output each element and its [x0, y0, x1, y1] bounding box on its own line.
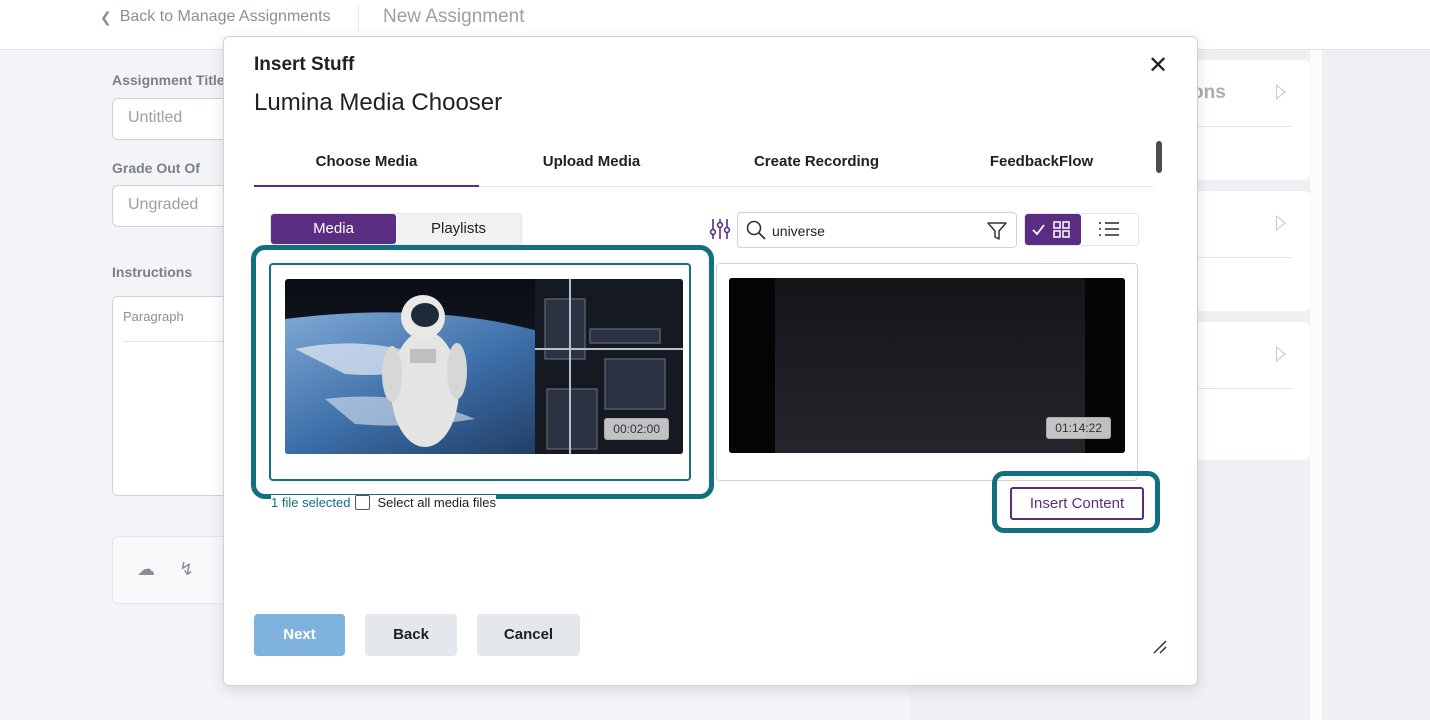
view-toggle	[1024, 213, 1139, 246]
chevron-left-icon: ❮	[100, 8, 112, 25]
play-icon[interactable]	[1276, 84, 1286, 100]
selection-row: 1 file selected Select all media files	[271, 495, 496, 510]
highlight-selected-media	[251, 245, 714, 499]
back-button[interactable]: Back	[365, 614, 457, 656]
back-link-label: Back to Manage Assignments	[119, 8, 331, 25]
scrollbar-track[interactable]	[1310, 50, 1322, 720]
search-input[interactable]: universe	[772, 223, 825, 239]
close-icon[interactable]: ✕	[1146, 54, 1170, 79]
dialog-title: Insert Stuff	[254, 54, 355, 75]
cancel-button[interactable]: Cancel	[477, 614, 580, 656]
filter-icon[interactable]	[986, 220, 1008, 242]
playlists-segment-button[interactable]: Playlists	[396, 214, 521, 244]
dialog-subtitle: Lumina Media Chooser	[254, 89, 503, 116]
list-view-icon	[1099, 222, 1119, 236]
back-to-assignments-link[interactable]: ❮ Back to Manage Assignments	[100, 8, 331, 26]
media-thumbnail[interactable]: 01:14:22	[729, 278, 1125, 453]
sliders-icon[interactable]	[709, 217, 731, 241]
search-icon	[746, 220, 766, 240]
grid-view-icon	[1032, 221, 1070, 238]
divider	[1192, 257, 1292, 258]
page-title: New Assignment	[383, 6, 525, 27]
side-card[interactable]: ons	[1180, 60, 1310, 180]
media-card-audio[interactable]: 01:14:22	[716, 263, 1138, 481]
bolt-icon[interactable]: ↯	[179, 559, 194, 580]
list-view-button[interactable]	[1081, 214, 1138, 245]
select-all-checkbox[interactable]	[354, 495, 370, 510]
divider	[358, 6, 359, 32]
search-box[interactable]: universe	[737, 212, 1017, 248]
insert-stuff-dialog: Insert Stuff ✕ Lumina Media Chooser Choo…	[223, 36, 1198, 686]
media-segment-button[interactable]: Media	[271, 214, 396, 244]
divider	[1192, 126, 1292, 127]
grade-out-of-label: Grade Out Of	[112, 160, 200, 176]
grid-view-button[interactable]	[1025, 214, 1081, 245]
media-playlists-toggle: Media Playlists	[270, 213, 522, 245]
tab-choose-media[interactable]: Choose Media	[254, 149, 479, 187]
insert-content-button[interactable]: Insert Content	[1010, 487, 1144, 520]
assignment-title-label: Assignment Title	[112, 72, 225, 88]
instructions-label: Instructions	[112, 264, 193, 280]
side-card[interactable]	[1180, 191, 1310, 311]
cloud-upload-icon[interactable]: ☁	[137, 559, 155, 580]
media-tabs: Choose Media Upload Media Create Recordi…	[254, 149, 1154, 187]
side-card[interactable]	[1180, 322, 1310, 460]
tab-create-recording[interactable]: Create Recording	[704, 149, 929, 186]
select-all-label[interactable]: Select all media files	[378, 495, 497, 510]
tab-feedbackflow[interactable]: FeedbackFlow	[929, 149, 1154, 186]
selected-count: 1 file selected	[271, 495, 351, 510]
tab-upload-media[interactable]: Upload Media	[479, 149, 704, 186]
next-button[interactable]: Next	[254, 614, 345, 656]
paragraph-select[interactable]: Paragraph	[123, 309, 184, 324]
divider	[1192, 388, 1292, 389]
resize-handle-icon[interactable]	[1152, 639, 1168, 655]
scrollbar-thumb[interactable]	[1156, 141, 1162, 173]
duration-badge: 01:14:22	[1046, 417, 1111, 439]
play-icon[interactable]	[1276, 215, 1286, 231]
play-icon[interactable]	[1276, 346, 1286, 362]
